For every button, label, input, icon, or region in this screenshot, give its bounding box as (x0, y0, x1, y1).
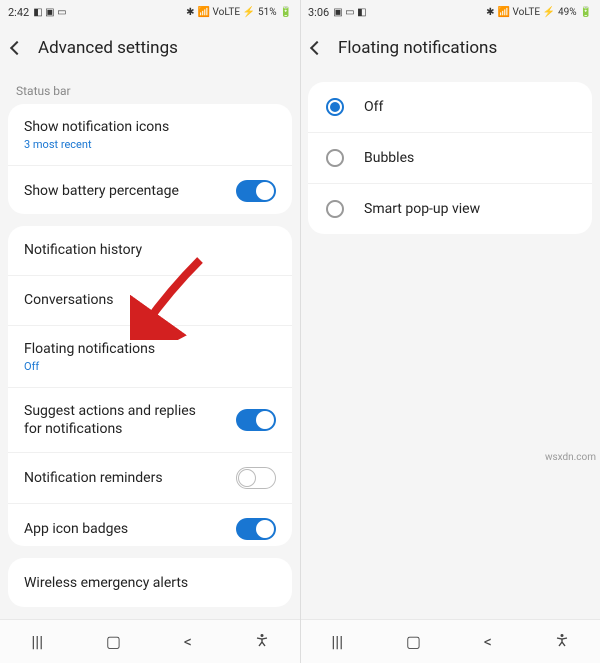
label-bubbles: Bubbles (364, 150, 414, 166)
card-radio-options: Off Bubbles Smart pop-up view (308, 82, 592, 234)
left-screen: 2:42 ◧ ▣ ▭ ✱ 📶 VoLTE ⚡ 51% 🔋 Advanced se… (0, 0, 300, 663)
row-suggest[interactable]: Suggest actions and replies for notifica… (8, 388, 292, 453)
row-battery-pct[interactable]: Show battery percentage (8, 166, 292, 213)
radio-row-smart[interactable]: Smart pop-up view (308, 184, 592, 234)
label-smart: Smart pop-up view (364, 201, 480, 217)
card-status-bar: Show notification icons 3 most recent Sh… (8, 104, 292, 214)
recent-apps-icon-r[interactable]: ||| (331, 632, 343, 651)
header-right: Floating notifications (300, 24, 600, 72)
battery-right: 49% (558, 7, 577, 18)
time-left: 2:42 (8, 6, 29, 19)
radio-row-off[interactable]: Off (308, 82, 592, 133)
section-status-bar: Status bar (0, 72, 300, 104)
page-title-left: Advanced settings (38, 38, 178, 58)
back-nav-icon-r[interactable]: < (484, 632, 492, 651)
toggle-suggest[interactable] (236, 409, 276, 431)
radio-row-bubbles[interactable]: Bubbles (308, 133, 592, 184)
card-notifications: Notification history Conversations Float… (8, 226, 292, 547)
battery-left: 51% (258, 7, 277, 18)
back-icon[interactable] (10, 41, 24, 55)
radio-smart[interactable] (326, 200, 344, 218)
bluetooth-icon-r: ✱ (486, 7, 494, 18)
radio-bubbles[interactable] (326, 149, 344, 167)
status-icons-left: ◧ ▣ ▭ (33, 7, 66, 18)
time-right: 3:06 (308, 6, 329, 19)
radio-off[interactable] (326, 98, 344, 116)
toggle-battery-pct[interactable] (236, 180, 276, 202)
status-bar-right: 3:06 ▣ ▭ ◧ ✱ 📶 VoLTE ⚡ 49% 🔋 (300, 0, 600, 24)
content-right: Off Bubbles Smart pop-up view (300, 72, 600, 619)
signal-icon: 📶 VoLTE ⚡ (198, 7, 255, 18)
toggle-reminders[interactable] (236, 467, 276, 489)
signal-icon-r: 📶 VoLTE ⚡ (498, 7, 555, 18)
label-off: Off (364, 99, 383, 115)
sub-floating: Off (24, 360, 155, 373)
watermark: wsxdn.com (545, 452, 596, 463)
screen-divider (300, 0, 301, 663)
status-icons-right: ▣ ▭ ◧ (333, 7, 366, 18)
battery-icon: 🔋 (280, 7, 292, 18)
label-floating: Floating notifications (24, 340, 155, 358)
accessibility-icon-r[interactable] (555, 632, 569, 651)
row-notification-icons[interactable]: Show notification icons 3 most recent (8, 104, 292, 166)
content-left: Status bar Show notification icons 3 mos… (0, 72, 300, 619)
navbar-left: ||| ▢ < (0, 619, 300, 663)
row-floating[interactable]: Floating notifications Off (8, 326, 292, 388)
row-conversations[interactable]: Conversations (8, 276, 292, 326)
navbar-right: ||| ▢ < (300, 619, 600, 663)
sub-notif-icons: 3 most recent (24, 138, 169, 151)
accessibility-icon[interactable] (255, 632, 269, 651)
page-title-right: Floating notifications (338, 38, 497, 58)
battery-icon-r: 🔋 (580, 7, 592, 18)
home-icon[interactable]: ▢ (106, 632, 121, 651)
label-conversations: Conversations (24, 291, 113, 309)
recent-apps-icon[interactable]: ||| (31, 632, 43, 651)
label-emergency: Wireless emergency alerts (24, 574, 188, 592)
status-bar-left: 2:42 ◧ ▣ ▭ ✱ 📶 VoLTE ⚡ 51% 🔋 (0, 0, 300, 24)
label-notif-icons: Show notification icons (24, 118, 169, 136)
header-left: Advanced settings (0, 24, 300, 72)
label-badges: App icon badges (24, 520, 128, 538)
card-emergency: Wireless emergency alerts (8, 558, 292, 607)
row-emergency[interactable]: Wireless emergency alerts (8, 558, 292, 607)
bluetooth-icon: ✱ (186, 7, 194, 18)
back-nav-icon[interactable]: < (184, 632, 192, 651)
label-battery-pct: Show battery percentage (24, 182, 179, 200)
home-icon-r[interactable]: ▢ (406, 632, 421, 651)
row-reminders[interactable]: Notification reminders (8, 453, 292, 504)
back-icon-right[interactable] (310, 41, 324, 55)
right-screen: 3:06 ▣ ▭ ◧ ✱ 📶 VoLTE ⚡ 49% 🔋 Floating no… (300, 0, 600, 663)
row-badges[interactable]: App icon badges (8, 504, 292, 546)
label-suggest: Suggest actions and replies for notifica… (24, 402, 214, 438)
toggle-badges[interactable] (236, 518, 276, 540)
label-history: Notification history (24, 241, 142, 259)
label-reminders: Notification reminders (24, 469, 163, 487)
row-history[interactable]: Notification history (8, 226, 292, 276)
